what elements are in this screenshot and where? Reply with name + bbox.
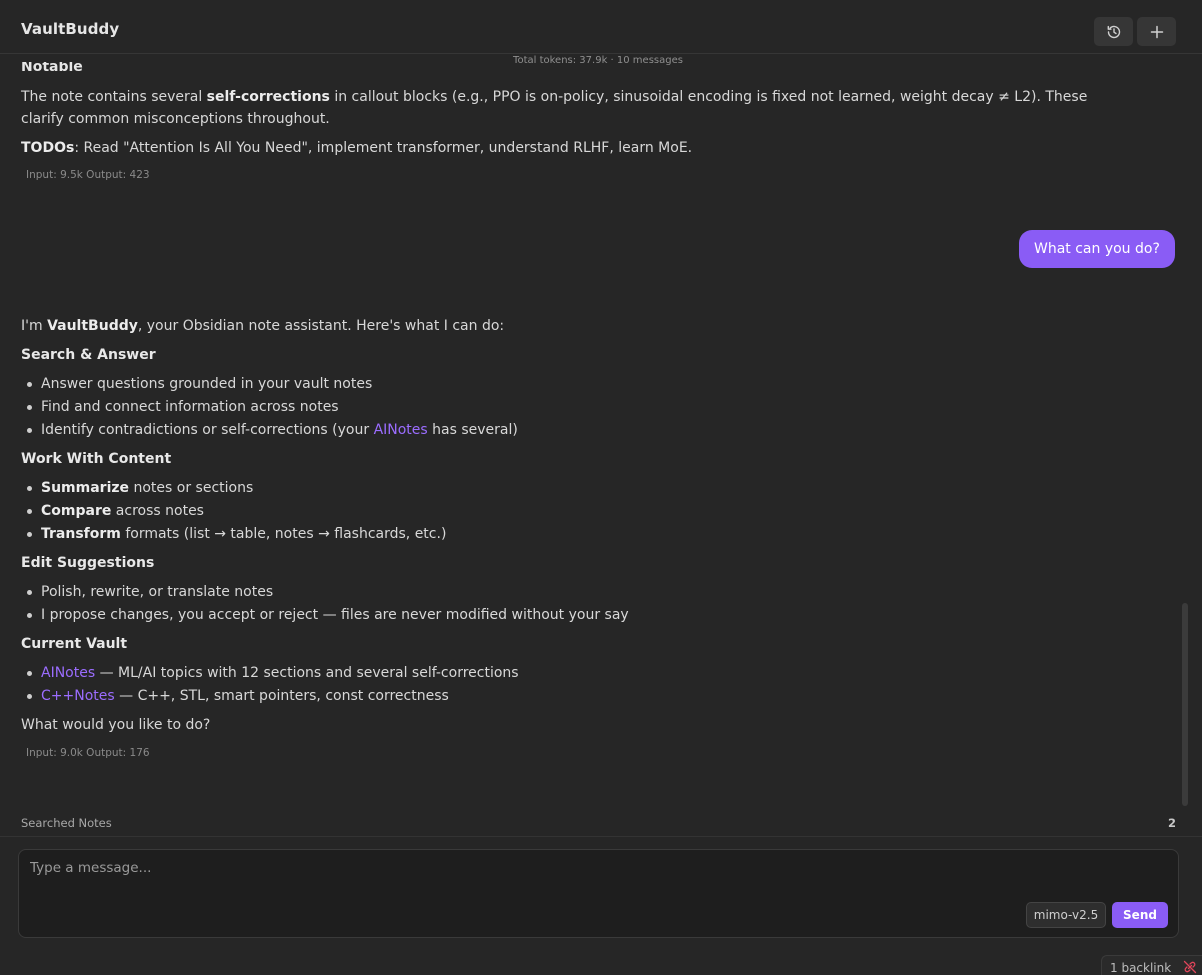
todos-paragraph: TODOs: Read "Attention Is All You Need",… [21, 140, 693, 156]
section-heading: Search & Answer [21, 347, 156, 363]
app-title: VaultBuddy [21, 20, 120, 38]
list-item: Transform formats (list → table, notes →… [26, 523, 446, 545]
message-list: Notable The note contains several self-c… [0, 62, 1180, 812]
list-item: I propose changes, you accept or reject … [27, 604, 629, 626]
composer: mimo-v2.5 Send [18, 849, 1179, 938]
user-message: What can you do? [1019, 230, 1175, 268]
unlinked-icon[interactable] [1183, 960, 1197, 974]
section-heading: Current Vault [21, 636, 128, 652]
divider [0, 836, 1202, 837]
assistant-closing: What would you like to do? [21, 717, 211, 733]
plus-icon [1150, 25, 1163, 38]
message-meta: Input: 9.5k Output: 423 [26, 169, 150, 181]
assistant-intro: I'm VaultBuddy, your Obsidian note assis… [21, 318, 505, 334]
model-selector[interactable]: mimo-v2.5 [1026, 902, 1106, 928]
section-heading: Edit Suggestions [21, 555, 155, 571]
list-item: Compare across notes [27, 500, 204, 522]
notable-paragraph: The note contains several self-correctio… [21, 89, 1088, 127]
history-icon [1107, 25, 1120, 38]
send-button[interactable]: Send [1112, 902, 1168, 928]
cut-heading: Notable [21, 62, 83, 75]
header: VaultBuddy [0, 0, 1202, 54]
status-bar: 1 backlink [1101, 955, 1202, 975]
scrollbar-thumb[interactable] [1182, 603, 1188, 806]
section-heading: Work With Content [21, 451, 172, 467]
list-item: Polish, rewrite, or translate notes [26, 581, 273, 603]
backlink-count[interactable]: 1 backlink [1110, 961, 1171, 975]
note-link-ainotes[interactable]: AINotes [41, 665, 95, 681]
list-item: Identify contradictions or self-correcti… [27, 419, 518, 441]
searched-notes-count: 2 [1168, 816, 1177, 830]
message-input[interactable] [30, 860, 1030, 876]
list-item: Answer questions grounded in your vault … [26, 373, 372, 395]
message-meta: Input: 9.0k Output: 176 [26, 747, 150, 759]
note-link-ainotes[interactable]: AINotes [374, 422, 428, 438]
new-chat-button[interactable] [1137, 17, 1176, 46]
searched-notes-label[interactable]: Searched Notes [21, 816, 112, 830]
history-button[interactable] [1094, 17, 1133, 46]
list-item: Summarize notes or sections [26, 477, 253, 499]
vaultbuddy-panel: VaultBuddy Total tokens: 37.9k · 10 mess… [0, 0, 1202, 975]
list-item: Find and connect information across note… [27, 396, 339, 418]
list-item: C++Notes — C++, STL, smart pointers, con… [27, 685, 449, 707]
note-link-cppnotes[interactable]: C++Notes [41, 688, 115, 704]
list-item: AINotes — ML/AI topics with 12 sections … [27, 662, 519, 684]
